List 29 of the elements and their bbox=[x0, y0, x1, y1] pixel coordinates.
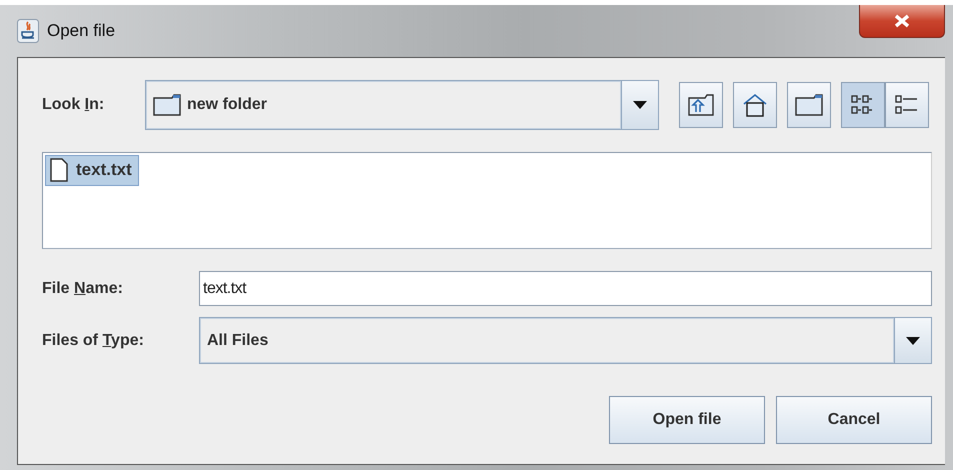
open-button[interactable]: Open file bbox=[609, 396, 765, 444]
files-of-type-label: Files of Type: bbox=[42, 332, 145, 350]
list-view-button[interactable] bbox=[841, 82, 885, 128]
up-folder-button[interactable] bbox=[679, 82, 723, 128]
details-view-button[interactable] bbox=[885, 82, 929, 128]
files-of-type-combo[interactable]: All Files bbox=[199, 317, 932, 364]
file-icon bbox=[50, 158, 68, 182]
dropdown-arrow-icon bbox=[906, 336, 920, 344]
up-folder-icon bbox=[688, 94, 714, 116]
cup-icon bbox=[17, 19, 39, 43]
close-icon bbox=[893, 14, 911, 28]
new-folder-button[interactable] bbox=[787, 82, 831, 128]
file-name-label: File Name: bbox=[42, 280, 124, 298]
file-name: text.txt bbox=[76, 160, 132, 180]
home-button[interactable] bbox=[733, 82, 777, 128]
window-title: Open file bbox=[47, 21, 116, 41]
look-in-value: new folder bbox=[187, 96, 268, 114]
file-item[interactable]: text.txt bbox=[45, 155, 139, 186]
look-in-combo[interactable]: new folder bbox=[145, 80, 659, 130]
dropdown-arrow-icon bbox=[633, 101, 647, 109]
look-in-label: Look In: bbox=[42, 96, 106, 114]
details-view-icon bbox=[894, 94, 920, 116]
home-icon bbox=[742, 93, 768, 117]
files-of-type-value: All Files bbox=[207, 332, 268, 350]
close-button[interactable] bbox=[859, 5, 945, 38]
file-name-field[interactable]: text.txt bbox=[199, 271, 932, 306]
cancel-button[interactable]: Cancel bbox=[776, 396, 932, 444]
folder-icon bbox=[795, 94, 823, 116]
folder-icon bbox=[153, 94, 181, 116]
